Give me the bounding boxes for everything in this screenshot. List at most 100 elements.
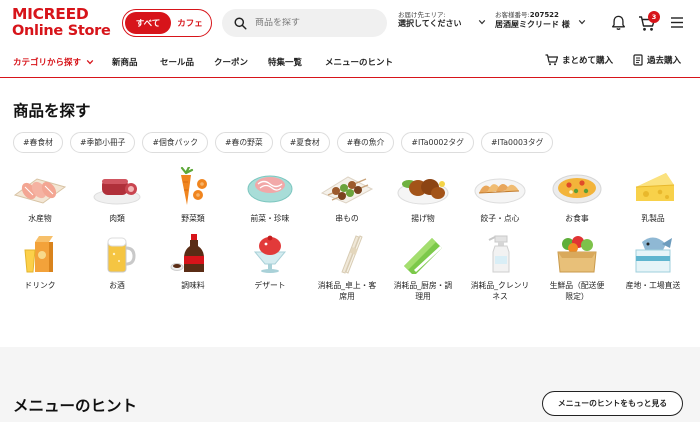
category-item-vegetables[interactable]: 野菜類	[162, 165, 224, 224]
category-label: 消耗品_クレンリネス	[470, 281, 530, 302]
tag-chip[interactable]: #春の魚介	[336, 132, 395, 153]
category-item-cleanliness[interactable]: 消耗品_クレンリネス	[469, 234, 531, 303]
bulk-order-label: まとめて購入	[562, 56, 614, 66]
cheese-icon	[635, 173, 675, 201]
category-label: 乳製品	[641, 214, 665, 223]
appetizer-icon	[247, 175, 293, 203]
nav-category-menu-label: カテゴリから探す	[13, 58, 82, 68]
bulk-order-link[interactable]: まとめて購入	[545, 54, 613, 66]
category-item-table-supplies[interactable]: 消耗品_卓上・客席用	[316, 234, 378, 303]
chopsticks-icon	[341, 235, 363, 274]
delivery-area-selector[interactable]: お届け先エリア: 選択してください	[398, 11, 488, 29]
category-item-seafood[interactable]: 水産物	[9, 167, 71, 224]
logo-line1: MICREED	[12, 5, 89, 23]
delivery-area-value: 選択してください	[398, 19, 462, 29]
bulk-cart-icon	[545, 54, 558, 66]
cart-count-badge: 3	[648, 11, 660, 23]
chevron-down-icon[interactable]	[86, 58, 94, 66]
gyoza-icon	[474, 178, 526, 204]
category-item-direct-delivery[interactable]: 産地・工場直送	[622, 234, 684, 291]
category-item-dessert[interactable]: デザート	[239, 234, 301, 291]
purchase-history-label: 過去購入	[647, 56, 682, 66]
category-label: 野菜類	[181, 214, 205, 223]
tag-chip[interactable]: #ITa0003タグ	[480, 132, 554, 153]
category-item-meat[interactable]: 肉類	[86, 167, 148, 224]
skewer-icon	[320, 176, 374, 204]
fish-box-icon	[635, 237, 672, 273]
search-input[interactable]	[255, 18, 375, 28]
category-item-fresh[interactable]: 生鮮品（配送便限定）	[546, 234, 608, 303]
store-mode-toggle: すべて カフェ	[122, 9, 212, 37]
category-item-kitchen-supplies[interactable]: 消耗品_厨房・調理用	[392, 234, 454, 303]
main-nav: カテゴリから探す 新商品 セール品 クーポン 特集一覧 メニューのヒント まとめ…	[0, 46, 700, 78]
category-item-fried[interactable]: 揚げ物	[392, 167, 454, 224]
category-label: デザート	[254, 281, 286, 290]
juice-icon	[24, 236, 53, 273]
receipt-icon	[633, 54, 643, 66]
tag-chip[interactable]: #春の野菜	[215, 132, 273, 153]
category-item-gyoza[interactable]: 餃子・点心	[469, 167, 531, 224]
tag-chip-list: #春食材 #季節小冊子 #個食パック #春の野菜 #夏食材 #春の魚介 #ITa…	[13, 132, 554, 153]
customer-number-value: 207522	[529, 11, 559, 19]
category-item-drinks[interactable]: ドリンク	[9, 234, 71, 291]
category-label: 生鮮品（配送便限定）	[549, 281, 605, 302]
category-label: 消耗品_卓上・客席用	[317, 281, 377, 302]
soy-sauce-icon	[170, 234, 204, 272]
hamburger-menu-icon[interactable]	[670, 16, 684, 29]
account-menu[interactable]: お客様番号:207522 居酒屋ミクリード 様	[495, 11, 585, 30]
vegetable-box-icon	[557, 236, 597, 273]
beer-icon	[107, 237, 136, 273]
view-more-hints-button[interactable]: メニューのヒントをもっと見る	[542, 391, 683, 416]
fish-slices-icon	[13, 178, 67, 204]
nav-new-items[interactable]: 新商品	[112, 56, 138, 68]
nav-menu-hints[interactable]: メニューのヒント	[325, 56, 393, 68]
menu-hints-title: メニューのヒント	[13, 397, 138, 415]
tag-chip[interactable]: #春食材	[13, 132, 63, 153]
tag-chip[interactable]: #季節小冊子	[69, 132, 136, 153]
category-label: 餃子・点心	[480, 214, 520, 223]
dessert-icon	[253, 235, 287, 273]
page-title: 商品を探す	[13, 102, 91, 120]
category-label: 揚げ物	[411, 214, 435, 223]
header: MICREED Online Store すべて カフェ お届け先エリア: 選択…	[0, 0, 700, 46]
category-label: 調味料	[181, 281, 205, 290]
category-item-seasoning[interactable]: 調味料	[162, 234, 224, 291]
customer-name: 居酒屋ミクリード 様	[495, 19, 570, 29]
tag-chip[interactable]: #ITa0002タグ	[401, 132, 474, 153]
nav-sale-items[interactable]: セール品	[160, 56, 194, 68]
meat-icon	[93, 179, 141, 205]
category-item-meals[interactable]: お食事	[546, 167, 608, 224]
nav-features[interactable]: 特集一覧	[268, 56, 302, 68]
bell-icon[interactable]	[610, 14, 627, 32]
category-item-skewers[interactable]: 串もの	[316, 167, 378, 224]
category-item-appetizers[interactable]: 前菜・珍味	[239, 167, 301, 224]
site-logo[interactable]: MICREED Online Store	[12, 5, 112, 39]
nav-category-menu[interactable]: カテゴリから探す	[13, 56, 81, 68]
category-label: 肉類	[109, 214, 125, 223]
search-icon[interactable]	[234, 16, 247, 30]
delivery-area-label: お届け先エリア:	[398, 11, 446, 19]
carrot-icon	[180, 165, 207, 205]
chevron-down-icon[interactable]	[478, 18, 486, 26]
customer-number-label: お客様番号:	[495, 11, 530, 19]
fried-food-icon	[397, 179, 449, 205]
mode-all-button[interactable]: すべて	[125, 12, 171, 34]
tag-chip[interactable]: #個食パック	[142, 132, 208, 153]
category-label: 前菜・珍味	[250, 214, 290, 223]
tag-chip[interactable]: #夏食材	[279, 132, 330, 153]
category-label: お食事	[565, 214, 589, 223]
wrap-icon	[404, 238, 442, 276]
mode-cafe-button[interactable]: カフェ	[171, 17, 209, 29]
category-item-alcohol[interactable]: お酒	[86, 234, 148, 291]
category-label: 串もの	[335, 214, 359, 223]
category-item-dairy[interactable]: 乳製品	[622, 167, 684, 224]
search-box	[222, 9, 387, 37]
category-label: 産地・工場直送	[625, 281, 681, 290]
nav-coupons[interactable]: クーポン	[214, 56, 248, 68]
chevron-down-icon[interactable]	[578, 18, 586, 26]
purchase-history-link[interactable]: 過去購入	[633, 54, 681, 66]
spray-bottle-icon	[488, 235, 510, 273]
category-label: 水産物	[28, 214, 52, 223]
logo-line2: Online Store	[12, 22, 111, 39]
customer-number: お客様番号:207522	[495, 11, 585, 20]
